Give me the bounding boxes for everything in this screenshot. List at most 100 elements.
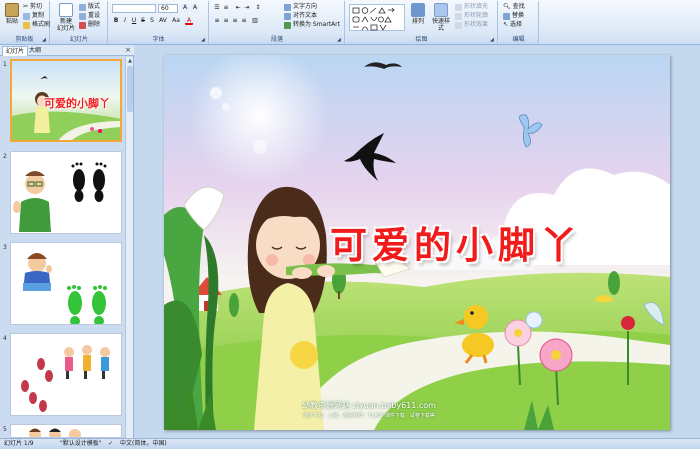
thumb-number: 1: [3, 61, 7, 68]
scissors-icon: ✂: [23, 3, 29, 10]
font-group-label: 字体: [109, 35, 208, 44]
paste-button[interactable]: 粘贴: [2, 3, 22, 25]
font-color-icon[interactable]: A: [185, 17, 193, 25]
text-direction-icon: [284, 3, 291, 11]
font-name-field[interactable]: [112, 4, 156, 13]
shape-fill-button[interactable]: 形状填充: [455, 3, 488, 11]
text-direction-button[interactable]: 文字方向: [284, 3, 317, 11]
align-center-icon[interactable]: ≡: [222, 17, 230, 25]
copy-label: 复制: [32, 12, 45, 19]
thumbnail-1-title: 可爱的小脚丫: [44, 97, 110, 110]
shape-effects-button[interactable]: 形状效果: [455, 21, 488, 29]
clipboard-launcher-icon[interactable]: ◢: [42, 37, 48, 43]
format-painter-button[interactable]: 格式刷: [23, 21, 50, 29]
binoculars-icon: 🔍︎: [503, 3, 511, 10]
thumb-number: 2: [3, 153, 7, 160]
shrink-font-icon[interactable]: A: [191, 4, 199, 12]
scrollbar-thumb[interactable]: [127, 66, 133, 112]
font-group: 60 A A B I U S S AV Aa A 字体 ◢: [109, 1, 209, 44]
columns-icon[interactable]: ▥: [251, 17, 259, 25]
theme-name: "默认设计模板": [60, 440, 102, 447]
shapes-gallery[interactable]: [349, 4, 405, 31]
editing-group: 🔍︎ 查找 替换 ↖ 选择 编辑: [499, 1, 539, 44]
slide-title[interactable]: 可爱的小脚丫: [330, 215, 582, 269]
italic-icon[interactable]: I: [121, 17, 129, 25]
effects-icon: [455, 21, 462, 29]
reset-icon: [79, 12, 86, 20]
font-launcher-icon[interactable]: ◢: [201, 37, 207, 43]
scroll-up-icon[interactable]: ▲: [126, 57, 134, 65]
clipboard-group: 粘贴 ✂ 剪切 复制 格式刷 剪贴板 ◢: [0, 1, 50, 44]
reset-button[interactable]: 重设: [79, 12, 100, 20]
drawing-launcher-icon[interactable]: ◢: [490, 37, 496, 43]
shadow-icon[interactable]: S: [148, 17, 156, 25]
shapes-gallery-icons: [352, 7, 395, 31]
brush-icon: [23, 21, 30, 29]
tab-outline[interactable]: 大纲: [26, 46, 44, 56]
increase-indent-icon[interactable]: ⇥: [243, 4, 251, 12]
font-size-field[interactable]: 60: [158, 4, 178, 13]
current-slide[interactable]: 可爱的小脚丫 幼教资源网站 ziyuan.baby611.com 课件下载 儿歌…: [164, 55, 670, 430]
bold-icon[interactable]: B: [112, 17, 120, 25]
smartart-icon: [284, 21, 291, 29]
panel-tabs: 幻灯片 大纲 ×: [0, 45, 134, 56]
convert-smartart-button[interactable]: 转换为 SmartArt: [284, 21, 340, 29]
grow-font-icon[interactable]: A: [181, 4, 189, 12]
slide-thumbnail-1[interactable]: 可爱的小脚丫: [10, 59, 122, 142]
slide-sub-line: 课件下载 儿歌、故事MP3 FLASH课件下载 试卷下载等: [303, 413, 435, 419]
fill-bucket-icon: [455, 3, 462, 11]
panel-scrollbar[interactable]: ▲: [125, 57, 133, 438]
text-direction-label: 文字方向: [293, 3, 318, 10]
cut-label: 剪切: [30, 3, 43, 10]
slide-thumbnail-4[interactable]: [10, 333, 122, 416]
new-slide-icon: [59, 3, 73, 17]
arrange-button[interactable]: 排列: [409, 3, 427, 25]
find-button[interactable]: 🔍︎ 查找: [503, 3, 525, 11]
thumbnail-4-art: [21, 345, 110, 412]
arrange-label: 排列: [411, 18, 424, 25]
paragraph-launcher-icon[interactable]: ◢: [337, 37, 343, 43]
slide-indicator: 幻灯片 1/9: [4, 440, 34, 447]
format-painter-label: 格式刷: [32, 21, 51, 28]
change-case-icon[interactable]: Aa: [172, 17, 180, 25]
justify-icon[interactable]: ≡: [240, 17, 248, 25]
paragraph-group-label: 段落: [210, 35, 344, 44]
slide-thumbnail-5[interactable]: [10, 424, 122, 438]
strikethrough-icon[interactable]: S: [139, 17, 147, 25]
layout-icon: [79, 3, 86, 11]
replace-button[interactable]: 替换: [503, 12, 524, 20]
shape-fill-label: 形状填充: [464, 3, 489, 10]
close-panel-icon[interactable]: ×: [125, 46, 131, 55]
align-text-button[interactable]: 对齐文本: [284, 12, 317, 20]
copy-button[interactable]: 复制: [23, 12, 44, 20]
numbering-icon[interactable]: ≡: [222, 4, 230, 12]
find-label: 查找: [512, 3, 525, 10]
quick-styles-button[interactable]: 快速样式: [430, 3, 452, 32]
align-right-icon[interactable]: ≡: [231, 17, 239, 25]
slides-group: 新建 幻灯片 版式 重设 删除 幻灯片: [51, 1, 108, 44]
language-indicator[interactable]: 中文(简体，中国): [120, 439, 167, 449]
drawing-group-label: 绘图: [346, 35, 497, 44]
shape-outline-button[interactable]: 形状轮廓: [455, 12, 488, 20]
decrease-indent-icon[interactable]: ⇤: [234, 4, 242, 12]
delete-button[interactable]: 删除: [79, 21, 100, 29]
layout-button[interactable]: 版式: [79, 3, 100, 11]
bullets-icon[interactable]: ☰: [213, 4, 221, 12]
copy-icon: [23, 12, 30, 20]
spellcheck-icon[interactable]: ✓: [108, 439, 113, 449]
slide-site-line: 幼教资源网站 ziyuan.baby611.com: [302, 401, 436, 410]
new-slide-button[interactable]: 新建 幻灯片: [55, 3, 77, 32]
slide-thumbnail-3[interactable]: [10, 242, 122, 325]
align-text-icon: [284, 12, 291, 20]
align-left-icon[interactable]: ≡: [213, 17, 221, 25]
line-spacing-icon[interactable]: ↕: [254, 4, 262, 12]
convert-smartart-label: 转换为 SmartArt: [293, 21, 340, 28]
slide-thumbnail-2[interactable]: [10, 151, 122, 234]
slide-editor: 可爱的小脚丫 幼教资源网站 ziyuan.baby611.com 课件下载 儿歌…: [135, 45, 700, 438]
cut-button[interactable]: ✂ 剪切: [23, 3, 42, 11]
tab-slides[interactable]: 幻灯片: [2, 46, 29, 56]
select-button[interactable]: ↖ 选择: [503, 21, 522, 29]
char-spacing-icon[interactable]: AV: [159, 17, 167, 25]
align-text-label: 对齐文本: [293, 12, 318, 19]
underline-icon[interactable]: U: [130, 17, 138, 25]
